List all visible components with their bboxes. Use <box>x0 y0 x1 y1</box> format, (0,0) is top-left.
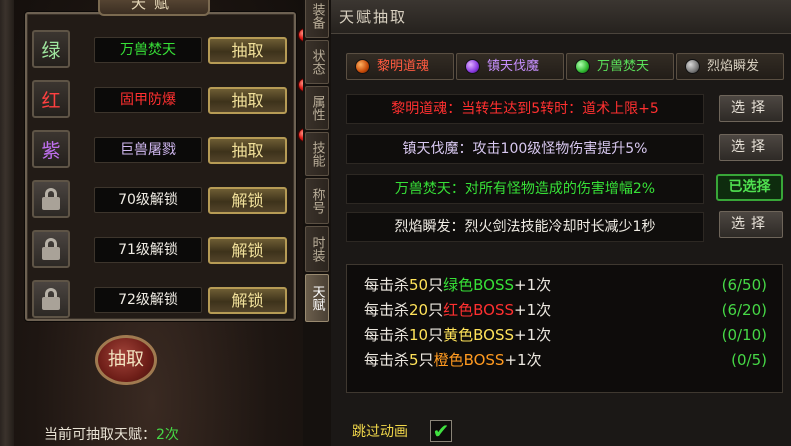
tab-skills[interactable]: 技能 <box>305 132 329 176</box>
talent-draw-panel: 天赋抽取 黎明道魂 镇天伐魔 万兽焚天 烈焰瞬发 黎明道魂：当转生达到5转时：道… <box>331 0 791 446</box>
tab-fashion[interactable]: 时装 <box>305 226 329 272</box>
panel-title: 天赋 <box>98 0 210 16</box>
boss-type: 红色BOSS <box>443 301 515 319</box>
kill-progress-row: 每击杀50只绿色BOSS+1次 (6/50) <box>364 273 767 297</box>
kill-progress-row: 每击杀5只橙色BOSS+1次 (0/5) <box>364 348 767 372</box>
locked-slot-tile <box>32 180 70 218</box>
unlock-button[interactable]: 解锁 <box>208 237 287 264</box>
kill-progress: (0/10) <box>721 326 767 344</box>
selected-badge: 已选择 <box>716 174 783 201</box>
kill-count: 5 <box>409 351 419 369</box>
lock-icon <box>41 238 61 260</box>
talent-slots-frame: 绿 万兽焚天 抽取 红 固甲防爆 抽取 紫 巨兽屠戮 抽取 70级解锁 解锁 7… <box>25 12 312 321</box>
unlock-level-label: 72级解锁 <box>94 287 202 313</box>
tab-dawn-soul[interactable]: 黎明道魂 <box>346 53 454 80</box>
talent-slot-5: 71级解锁 解锁 <box>32 230 291 268</box>
tab-label: 镇天伐魔 <box>487 59 540 74</box>
kill-progress: (0/5) <box>731 351 767 369</box>
orange-gem-icon <box>355 59 370 74</box>
skip-animation-checkbox[interactable]: ✔ <box>430 420 452 442</box>
tab-titles[interactable]: 称号 <box>305 178 329 224</box>
select-button[interactable]: 选择 <box>719 134 783 161</box>
gray-gem-icon <box>685 59 700 74</box>
lock-icon <box>41 288 61 310</box>
unlock-level-label: 71级解锁 <box>94 237 202 263</box>
panel-title: 天赋抽取 <box>331 0 791 34</box>
talent-slot-4: 70级解锁 解锁 <box>32 180 291 218</box>
unlock-button[interactable]: 解锁 <box>208 187 287 214</box>
tab-beast-burn[interactable]: 万兽焚天 <box>566 53 674 80</box>
remaining-draws: 当前可抽取天赋：2次 <box>44 424 179 444</box>
kill-text: 每击杀 <box>364 301 410 319</box>
tab-demon-slayer[interactable]: 镇天伐魔 <box>456 53 564 80</box>
kill-progress: (6/50) <box>721 276 767 294</box>
kill-text: 每击杀 <box>364 276 410 294</box>
unlock-button[interactable]: 解锁 <box>208 287 287 314</box>
kill-progress-row: 每击杀20只红色BOSS+1次 (6/20) <box>364 298 767 322</box>
kill-unit: 只 <box>428 301 444 319</box>
tab-equipment[interactable]: 装备 <box>305 0 329 38</box>
kill-reward: +1次 <box>514 276 552 294</box>
talent-slot-2: 红 固甲防爆 抽取 <box>32 78 312 118</box>
green-gem-icon <box>575 59 590 74</box>
tab-label: 万兽焚天 <box>597 59 650 74</box>
remaining-label: 当前可抽取天赋： <box>44 427 156 443</box>
boss-type: 橙色BOSS <box>433 351 505 369</box>
talent-slot-6: 72级解锁 解锁 <box>32 280 291 318</box>
talent-tile[interactable]: 红 <box>32 80 70 118</box>
talent-name: 巨兽屠戮 <box>94 137 202 163</box>
unlock-level-label: 70级解锁 <box>94 187 202 213</box>
kill-reward: +1次 <box>504 351 542 369</box>
kill-count: 50 <box>409 276 429 294</box>
talent-slot-3: 紫 巨兽屠戮 抽取 <box>32 128 312 168</box>
kill-reward: +1次 <box>514 301 552 319</box>
remaining-count: 2次 <box>156 427 179 443</box>
tab-talent[interactable]: 天赋 <box>305 274 329 322</box>
panel-border <box>0 0 14 446</box>
talent-panel: 绿 万兽焚天 抽取 红 固甲防爆 抽取 紫 巨兽屠戮 抽取 70级解锁 解锁 7… <box>0 0 312 446</box>
kill-text: 每击杀 <box>364 326 410 344</box>
draw-button[interactable]: 抽取 <box>95 335 157 385</box>
draw-talent-button[interactable]: 抽取 <box>208 137 287 164</box>
tab-label: 黎明道魂 <box>377 59 430 74</box>
kill-progress-box: 每击杀50只绿色BOSS+1次 (6/50) 每击杀20只红色BOSS+1次 (… <box>346 264 783 393</box>
kill-text: 每击杀 <box>364 351 410 369</box>
talent-description: 万兽焚天：对所有怪物造成的伤害增幅2% <box>346 174 704 204</box>
talent-name: 固甲防爆 <box>94 87 202 113</box>
lock-icon <box>41 188 61 210</box>
purple-gem-icon <box>465 59 480 74</box>
boss-type: 绿色BOSS <box>443 276 515 294</box>
skip-animation-label: 跳过动画 <box>352 424 408 440</box>
talent-name: 万兽焚天 <box>94 37 202 63</box>
kill-unit: 只 <box>428 276 444 294</box>
boss-type: 黄色BOSS <box>443 326 515 344</box>
side-tab-bar: 装备 状态 属性 技能 称号 时装 天赋 <box>303 0 331 446</box>
kill-unit: 只 <box>428 326 444 344</box>
talent-description: 黎明道魂：当转生达到5转时：道术上限+5 <box>346 94 704 124</box>
select-button[interactable]: 选择 <box>719 211 783 238</box>
kill-count: 10 <box>409 326 429 344</box>
kill-unit: 只 <box>418 351 434 369</box>
kill-count: 20 <box>409 301 429 319</box>
talent-tile[interactable]: 紫 <box>32 130 70 168</box>
talent-description: 烈焰瞬发：烈火剑法技能冷却时长减少1秒 <box>346 212 704 242</box>
draw-talent-button[interactable]: 抽取 <box>208 87 287 114</box>
talent-description: 镇天伐魔：攻击100级怪物伤害提升5% <box>346 134 704 164</box>
locked-slot-tile <box>32 230 70 268</box>
select-button[interactable]: 选择 <box>719 95 783 122</box>
tab-flame-instant[interactable]: 烈焰瞬发 <box>676 53 784 80</box>
kill-reward: +1次 <box>514 326 552 344</box>
talent-tile[interactable]: 绿 <box>32 30 70 68</box>
kill-progress-row: 每击杀10只黄色BOSS+1次 (0/10) <box>364 323 767 347</box>
talent-slot-1: 绿 万兽焚天 抽取 <box>32 28 312 68</box>
tab-attributes[interactable]: 属性 <box>305 86 329 130</box>
kill-progress: (6/20) <box>721 301 767 319</box>
draw-talent-button[interactable]: 抽取 <box>208 37 287 64</box>
tab-status[interactable]: 状态 <box>305 40 329 84</box>
tab-label: 烈焰瞬发 <box>707 59 760 74</box>
locked-slot-tile <box>32 280 70 318</box>
